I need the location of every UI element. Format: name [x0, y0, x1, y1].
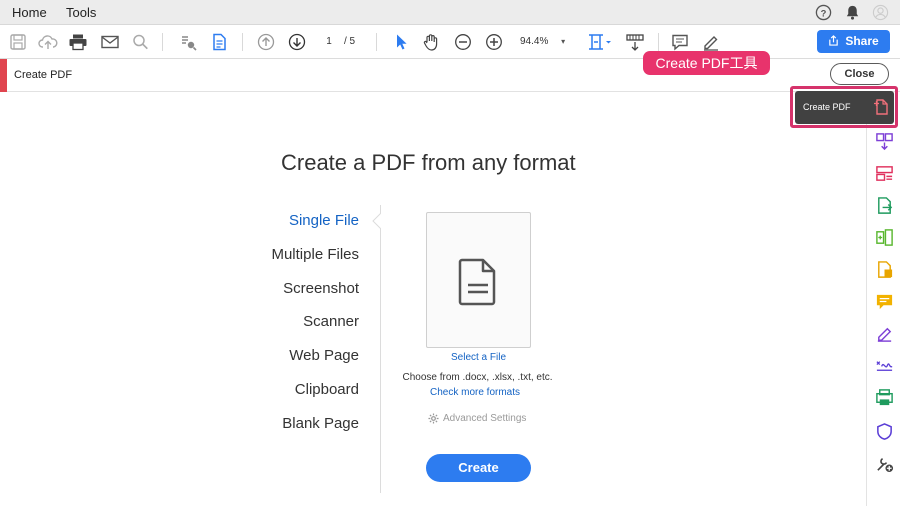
- menu-bar: Home Tools ?: [0, 0, 900, 25]
- option-divider: [380, 205, 381, 493]
- sign-icon[interactable]: [701, 33, 721, 51]
- print-production-icon[interactable]: [875, 388, 894, 407]
- organize-pages-icon[interactable]: [875, 164, 894, 183]
- close-button[interactable]: Close: [830, 63, 889, 85]
- option-blank-page[interactable]: Blank Page: [239, 415, 359, 432]
- tool-accent-bar: [0, 59, 7, 92]
- print-icon[interactable]: [68, 33, 88, 51]
- file-drop-area[interactable]: [426, 212, 531, 348]
- scroll-mode-icon[interactable]: [625, 33, 645, 51]
- prev-page-icon[interactable]: [256, 33, 276, 51]
- advanced-settings-label: Advanced Settings: [443, 413, 527, 424]
- zoom-out-icon[interactable]: [453, 33, 473, 51]
- check-more-formats-link[interactable]: Check more formats: [415, 387, 535, 398]
- email-icon[interactable]: [100, 33, 120, 51]
- combine-files-icon[interactable]: [875, 132, 894, 151]
- page-number-input[interactable]: 1: [318, 33, 340, 51]
- select-cursor-icon[interactable]: [391, 33, 411, 51]
- certificates-icon[interactable]: [875, 356, 894, 375]
- option-single-file[interactable]: Single File: [239, 212, 359, 229]
- fill-sign-icon[interactable]: [875, 260, 894, 279]
- menu-tools[interactable]: Tools: [66, 5, 96, 20]
- create-pdf-tool-button[interactable]: Create PDF: [795, 91, 894, 124]
- share-label: Share: [845, 34, 879, 48]
- request-signature-icon[interactable]: [875, 324, 894, 343]
- svg-text:?: ?: [821, 8, 827, 19]
- protect-icon[interactable]: [875, 422, 894, 441]
- tools-pane: [866, 92, 900, 506]
- comment-icon[interactable]: [670, 33, 690, 51]
- selection-caret-icon: [372, 212, 381, 230]
- annotation-label: Create PDF工具: [643, 51, 770, 75]
- create-button[interactable]: Create: [426, 454, 531, 482]
- menu-home[interactable]: Home: [12, 5, 47, 20]
- create-pdf-icon: [873, 98, 890, 116]
- document-icon[interactable]: [209, 33, 229, 51]
- share-icon: [828, 31, 839, 46]
- supported-formats-text: Choose from .docx, .xlsx, .txt, etc.: [402, 372, 553, 383]
- gear-icon: [428, 413, 439, 424]
- share-button[interactable]: Share: [817, 30, 890, 53]
- option-multiple-files[interactable]: Multiple Files: [239, 246, 359, 263]
- option-clipboard[interactable]: Clipboard: [239, 381, 359, 398]
- edit-pdf-icon[interactable]: [875, 228, 894, 247]
- more-tools-icon[interactable]: [875, 454, 894, 473]
- create-pdf-tool-label: Create PDF: [803, 102, 851, 112]
- comment-tool-icon[interactable]: [875, 292, 894, 311]
- zoom-select[interactable]: 94.4% ▾: [520, 33, 572, 51]
- account-icon[interactable]: [872, 4, 889, 21]
- export-pdf-icon[interactable]: [875, 196, 894, 215]
- tool-title: Create PDF: [14, 69, 73, 81]
- save-icon[interactable]: [8, 33, 28, 51]
- option-scanner[interactable]: Scanner: [239, 313, 359, 330]
- hand-tool-icon[interactable]: [421, 33, 441, 51]
- cloud-upload-icon[interactable]: [38, 33, 58, 51]
- chevron-down-icon: ▾: [561, 37, 566, 46]
- zoom-value: 94.4%: [520, 36, 549, 47]
- option-screenshot[interactable]: Screenshot: [239, 280, 359, 297]
- help-icon[interactable]: ?: [815, 4, 832, 21]
- option-web-page[interactable]: Web Page: [239, 347, 359, 364]
- redact-icon[interactable]: [178, 33, 198, 51]
- bell-icon[interactable]: [844, 4, 861, 21]
- page-total: / 5: [344, 36, 356, 47]
- advanced-settings-link[interactable]: Advanced Settings: [428, 413, 526, 424]
- search-icon[interactable]: [131, 33, 151, 51]
- zoom-in-icon[interactable]: [484, 33, 504, 51]
- fit-page-icon[interactable]: [587, 33, 613, 51]
- next-page-icon[interactable]: [287, 33, 307, 51]
- file-icon: [458, 258, 496, 306]
- page-heading: Create a PDF from any format: [281, 150, 576, 175]
- select-file-link[interactable]: Select a File: [426, 352, 531, 363]
